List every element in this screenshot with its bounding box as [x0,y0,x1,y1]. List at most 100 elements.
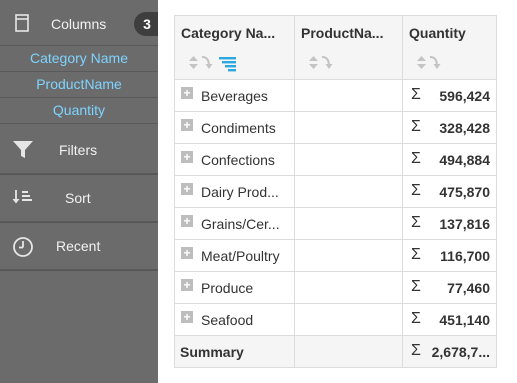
table-row: + Meat/Poultry Σ 116,700 [174,239,497,272]
category-cell[interactable]: + Condiments [174,111,295,144]
category-cell[interactable]: + Dairy Prod... [174,175,295,208]
expand-plus-icon[interactable]: + [181,215,193,227]
sigma-icon: Σ [411,310,421,327]
summary-row: Summary Σ 2,678,7... [174,335,497,368]
expand-arrow-icon[interactable] [201,56,213,69]
column-header-quantity[interactable]: Quantity [402,15,497,80]
expand-arrow-icon[interactable] [429,56,441,69]
sigma-icon: Σ [411,150,421,167]
quantity-value: 596,424 [439,88,490,104]
quantity-value: 328,428 [439,120,490,136]
quantity-cell: Σ 77,460 [402,271,497,304]
columns-label: Columns [51,16,107,32]
quantity-cell: Σ 116,700 [402,239,497,272]
quantity-value: 137,816 [439,216,490,232]
category-label: Dairy Prod... [201,184,279,200]
expand-plus-icon[interactable]: + [181,87,193,99]
field-product-name[interactable]: ProductName [0,72,158,98]
sigma-icon: Σ [411,86,421,103]
quantity-value: 494,884 [439,152,490,168]
table-row: + Confections Σ 494,884 [174,143,497,176]
filters-label: Filters [59,142,98,158]
category-cell[interactable]: + Produce [174,271,295,304]
columns-button[interactable]: Columns 3 [0,0,158,46]
summary-quantity-value: 2,678,7... [431,344,490,360]
quantity-value: 475,870 [439,184,490,200]
product-cell [294,175,403,208]
columns-icon [14,14,30,37]
category-cell[interactable]: + Seafood [174,303,295,336]
table-row: + Produce Σ 77,460 [174,271,497,304]
category-label: Produce [201,280,254,296]
category-cell[interactable]: + Beverages [174,79,295,112]
field-category-name[interactable]: Category Name [0,46,158,72]
expand-plus-icon[interactable]: + [181,183,193,195]
summary-label-cell: Summary [174,335,295,368]
expand-arrow-icon[interactable] [321,56,333,69]
product-cell [294,271,403,304]
sort-label: Sort [65,190,91,206]
sigma-icon: Σ [411,118,421,135]
expand-plus-icon[interactable]: + [181,119,193,131]
column-title: Category Na... [181,25,276,41]
category-label: Confections [201,152,275,168]
header-controls [187,53,247,73]
category-label: Grains/Cer... [201,216,280,232]
column-field-list: Category Name ProductName Quantity [0,46,158,124]
category-label: Condiments [201,120,276,136]
quantity-value: 116,700 [440,248,490,264]
sort-toggle-icon[interactable] [309,56,318,69]
table-row: + Seafood Σ 451,140 [174,303,497,336]
product-cell [294,143,403,176]
recent-label: Recent [56,238,101,254]
summary-quantity-cell: Σ 2,678,7... [402,335,497,368]
sort-icon [12,188,36,211]
category-label: Meat/Poultry [201,248,280,264]
header-controls [415,53,455,73]
quantity-cell: Σ 475,870 [402,175,497,208]
product-cell [294,207,403,240]
table-row: + Condiments Σ 328,428 [174,111,497,144]
recent-button[interactable]: Recent [0,223,158,269]
header-controls [307,53,347,73]
field-quantity[interactable]: Quantity [0,98,158,124]
product-cell [294,111,403,144]
sort-button[interactable]: Sort [0,175,158,221]
sigma-icon: Σ [411,214,421,231]
table-row: + Dairy Prod... Σ 475,870 [174,175,497,208]
quantity-cell: Σ 596,424 [402,79,497,112]
column-title: Quantity [409,25,466,41]
expand-plus-icon[interactable]: + [181,151,193,163]
header-row: Category Na... ProductNa... Quantity [174,15,497,80]
filters-button[interactable]: Filters [0,127,158,173]
category-cell[interactable]: + Grains/Cer... [174,207,295,240]
sidebar-divider [0,269,158,271]
table-row: + Beverages Σ 596,424 [174,79,497,112]
product-cell [294,303,403,336]
expand-plus-icon[interactable]: + [181,247,193,259]
sigma-icon: Σ [411,182,421,199]
sort-toggle-icon[interactable] [417,56,426,69]
quantity-cell: Σ 451,140 [402,303,497,336]
quantity-cell: Σ 137,816 [402,207,497,240]
quantity-cell: Σ 494,884 [402,143,497,176]
column-title: ProductNa... [301,25,384,41]
sort-toggle-icon[interactable] [189,56,198,69]
category-label: Seafood [201,312,254,328]
column-header-category[interactable]: Category Na... [174,15,295,80]
expand-plus-icon[interactable]: + [181,311,193,323]
product-cell [294,79,403,112]
category-cell[interactable]: + Confections [174,143,295,176]
filter-icon [12,140,34,165]
columns-count-badge: 3 [134,12,158,36]
sigma-icon: Σ [411,246,421,263]
clock-icon [12,236,34,263]
column-header-product[interactable]: ProductNa... [294,15,403,80]
sidebar: Columns 3 Category Name ProductName Quan… [0,0,158,383]
product-cell [294,239,403,272]
sorted-desc-icon[interactable] [219,57,236,72]
category-label: Beverages [201,88,268,104]
sigma-icon: Σ [411,342,421,359]
expand-plus-icon[interactable]: + [181,279,193,291]
category-cell[interactable]: + Meat/Poultry [174,239,295,272]
